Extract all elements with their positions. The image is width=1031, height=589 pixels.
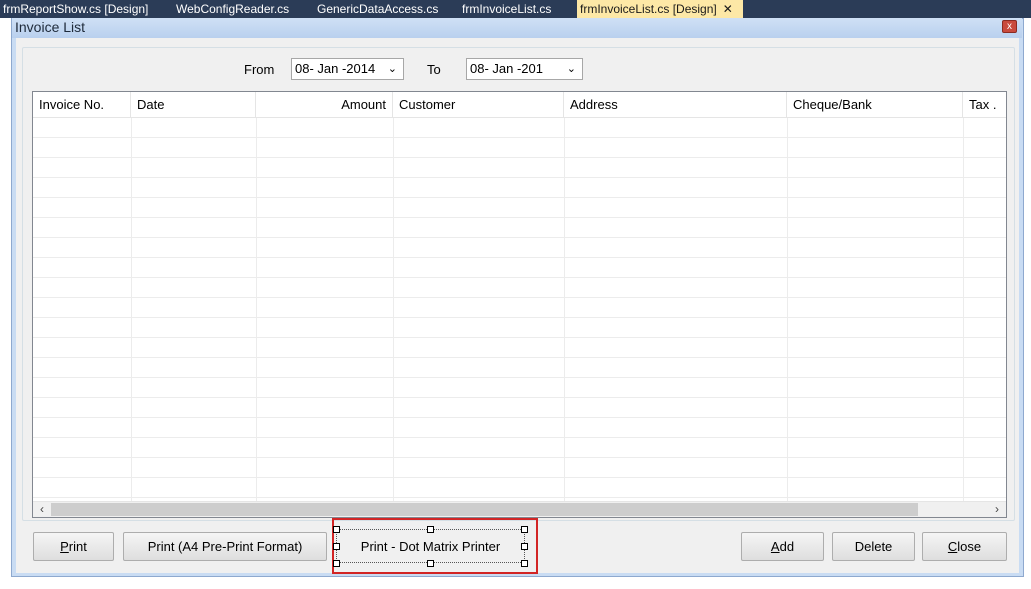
- resize-handle[interactable]: [427, 560, 434, 567]
- tab-web-config-reader[interactable]: WebConfigReader.cs: [173, 0, 301, 18]
- scroll-right-icon[interactable]: ›: [990, 501, 1004, 517]
- form-title: Invoice List: [15, 19, 86, 35]
- column-header-address[interactable]: Address: [564, 92, 787, 118]
- resize-handle[interactable]: [333, 560, 340, 567]
- close-mnemonic: C: [947, 539, 958, 554]
- grid-body[interactable]: [33, 118, 1006, 501]
- add-button[interactable]: Add: [741, 532, 824, 561]
- column-header-cheque-bank[interactable]: Cheque/Bank: [787, 92, 963, 118]
- print-dot-matrix-button[interactable]: Print - Dot Matrix Printer: [336, 529, 525, 563]
- form-title-bar: [12, 18, 1022, 38]
- tab-label: GenericDataAccess.cs: [317, 2, 439, 16]
- scrollbar-thumb[interactable]: [51, 503, 918, 516]
- close-tab-icon[interactable]: ✕: [723, 0, 733, 18]
- print-a4-button[interactable]: Print (A4 Pre-Print Format): [123, 532, 327, 561]
- tab-frm-report-show-design[interactable]: frmReportShow.cs [Design]: [0, 0, 160, 18]
- column-divider: [787, 118, 788, 501]
- column-header-amount[interactable]: Amount: [256, 92, 393, 118]
- to-date-value: 08- Jan -201: [470, 61, 543, 76]
- scroll-left-icon[interactable]: ‹: [35, 501, 49, 517]
- print-button[interactable]: Print: [33, 532, 114, 561]
- add-mnemonic: A: [770, 539, 780, 554]
- resize-handle[interactable]: [427, 526, 434, 533]
- tab-frm-invoice-list[interactable]: frmInvoiceList.cs: [459, 0, 569, 18]
- from-date-value: 08- Jan -2014: [295, 61, 376, 76]
- form-close-icon[interactable]: x: [1002, 20, 1017, 33]
- chevron-down-icon[interactable]: ⌄: [567, 59, 576, 79]
- delete-button[interactable]: Delete: [832, 532, 915, 561]
- resize-handle[interactable]: [521, 560, 528, 567]
- tab-frm-invoice-list-design[interactable]: frmInvoiceList.cs [Design] ✕: [577, 0, 743, 18]
- resize-handle[interactable]: [521, 543, 528, 550]
- tab-generic-data-access[interactable]: GenericDataAccess.cs: [314, 0, 454, 18]
- resize-handle[interactable]: [521, 526, 528, 533]
- print-label-rest: rint: [68, 539, 87, 554]
- chevron-down-icon[interactable]: ⌄: [388, 59, 397, 79]
- to-date-picker[interactable]: 08- Jan -201 ⌄: [466, 58, 583, 80]
- resize-handle[interactable]: [333, 526, 340, 533]
- resize-handle[interactable]: [333, 543, 340, 550]
- column-divider: [131, 118, 132, 501]
- column-divider: [393, 118, 394, 501]
- invoice-grid[interactable]: Invoice No. Date Amount Customer Address…: [32, 91, 1007, 518]
- column-divider: [963, 118, 964, 501]
- column-header-tax[interactable]: Tax .: [963, 92, 1006, 118]
- from-date-picker[interactable]: 08- Jan -2014 ⌄: [291, 58, 404, 80]
- tab-label: frmInvoiceList.cs [Design]: [580, 2, 717, 16]
- close-label-rest: lose: [957, 539, 982, 554]
- close-button[interactable]: Close: [922, 532, 1007, 561]
- tab-label: frmReportShow.cs [Design]: [3, 2, 149, 16]
- to-label: To: [427, 62, 441, 77]
- column-header-date[interactable]: Date: [131, 92, 256, 118]
- print-mnemonic: P: [60, 539, 69, 554]
- from-label: From: [244, 62, 275, 77]
- grid-header: Invoice No. Date Amount Customer Address…: [33, 92, 1006, 118]
- column-divider: [564, 118, 565, 501]
- tab-label: frmInvoiceList.cs: [462, 2, 552, 16]
- column-divider: [256, 118, 257, 501]
- column-header-customer[interactable]: Customer: [393, 92, 564, 118]
- tab-label: WebConfigReader.cs: [176, 2, 290, 16]
- add-label-rest: dd: [779, 539, 795, 554]
- column-header-invoice-no[interactable]: Invoice No.: [33, 92, 131, 118]
